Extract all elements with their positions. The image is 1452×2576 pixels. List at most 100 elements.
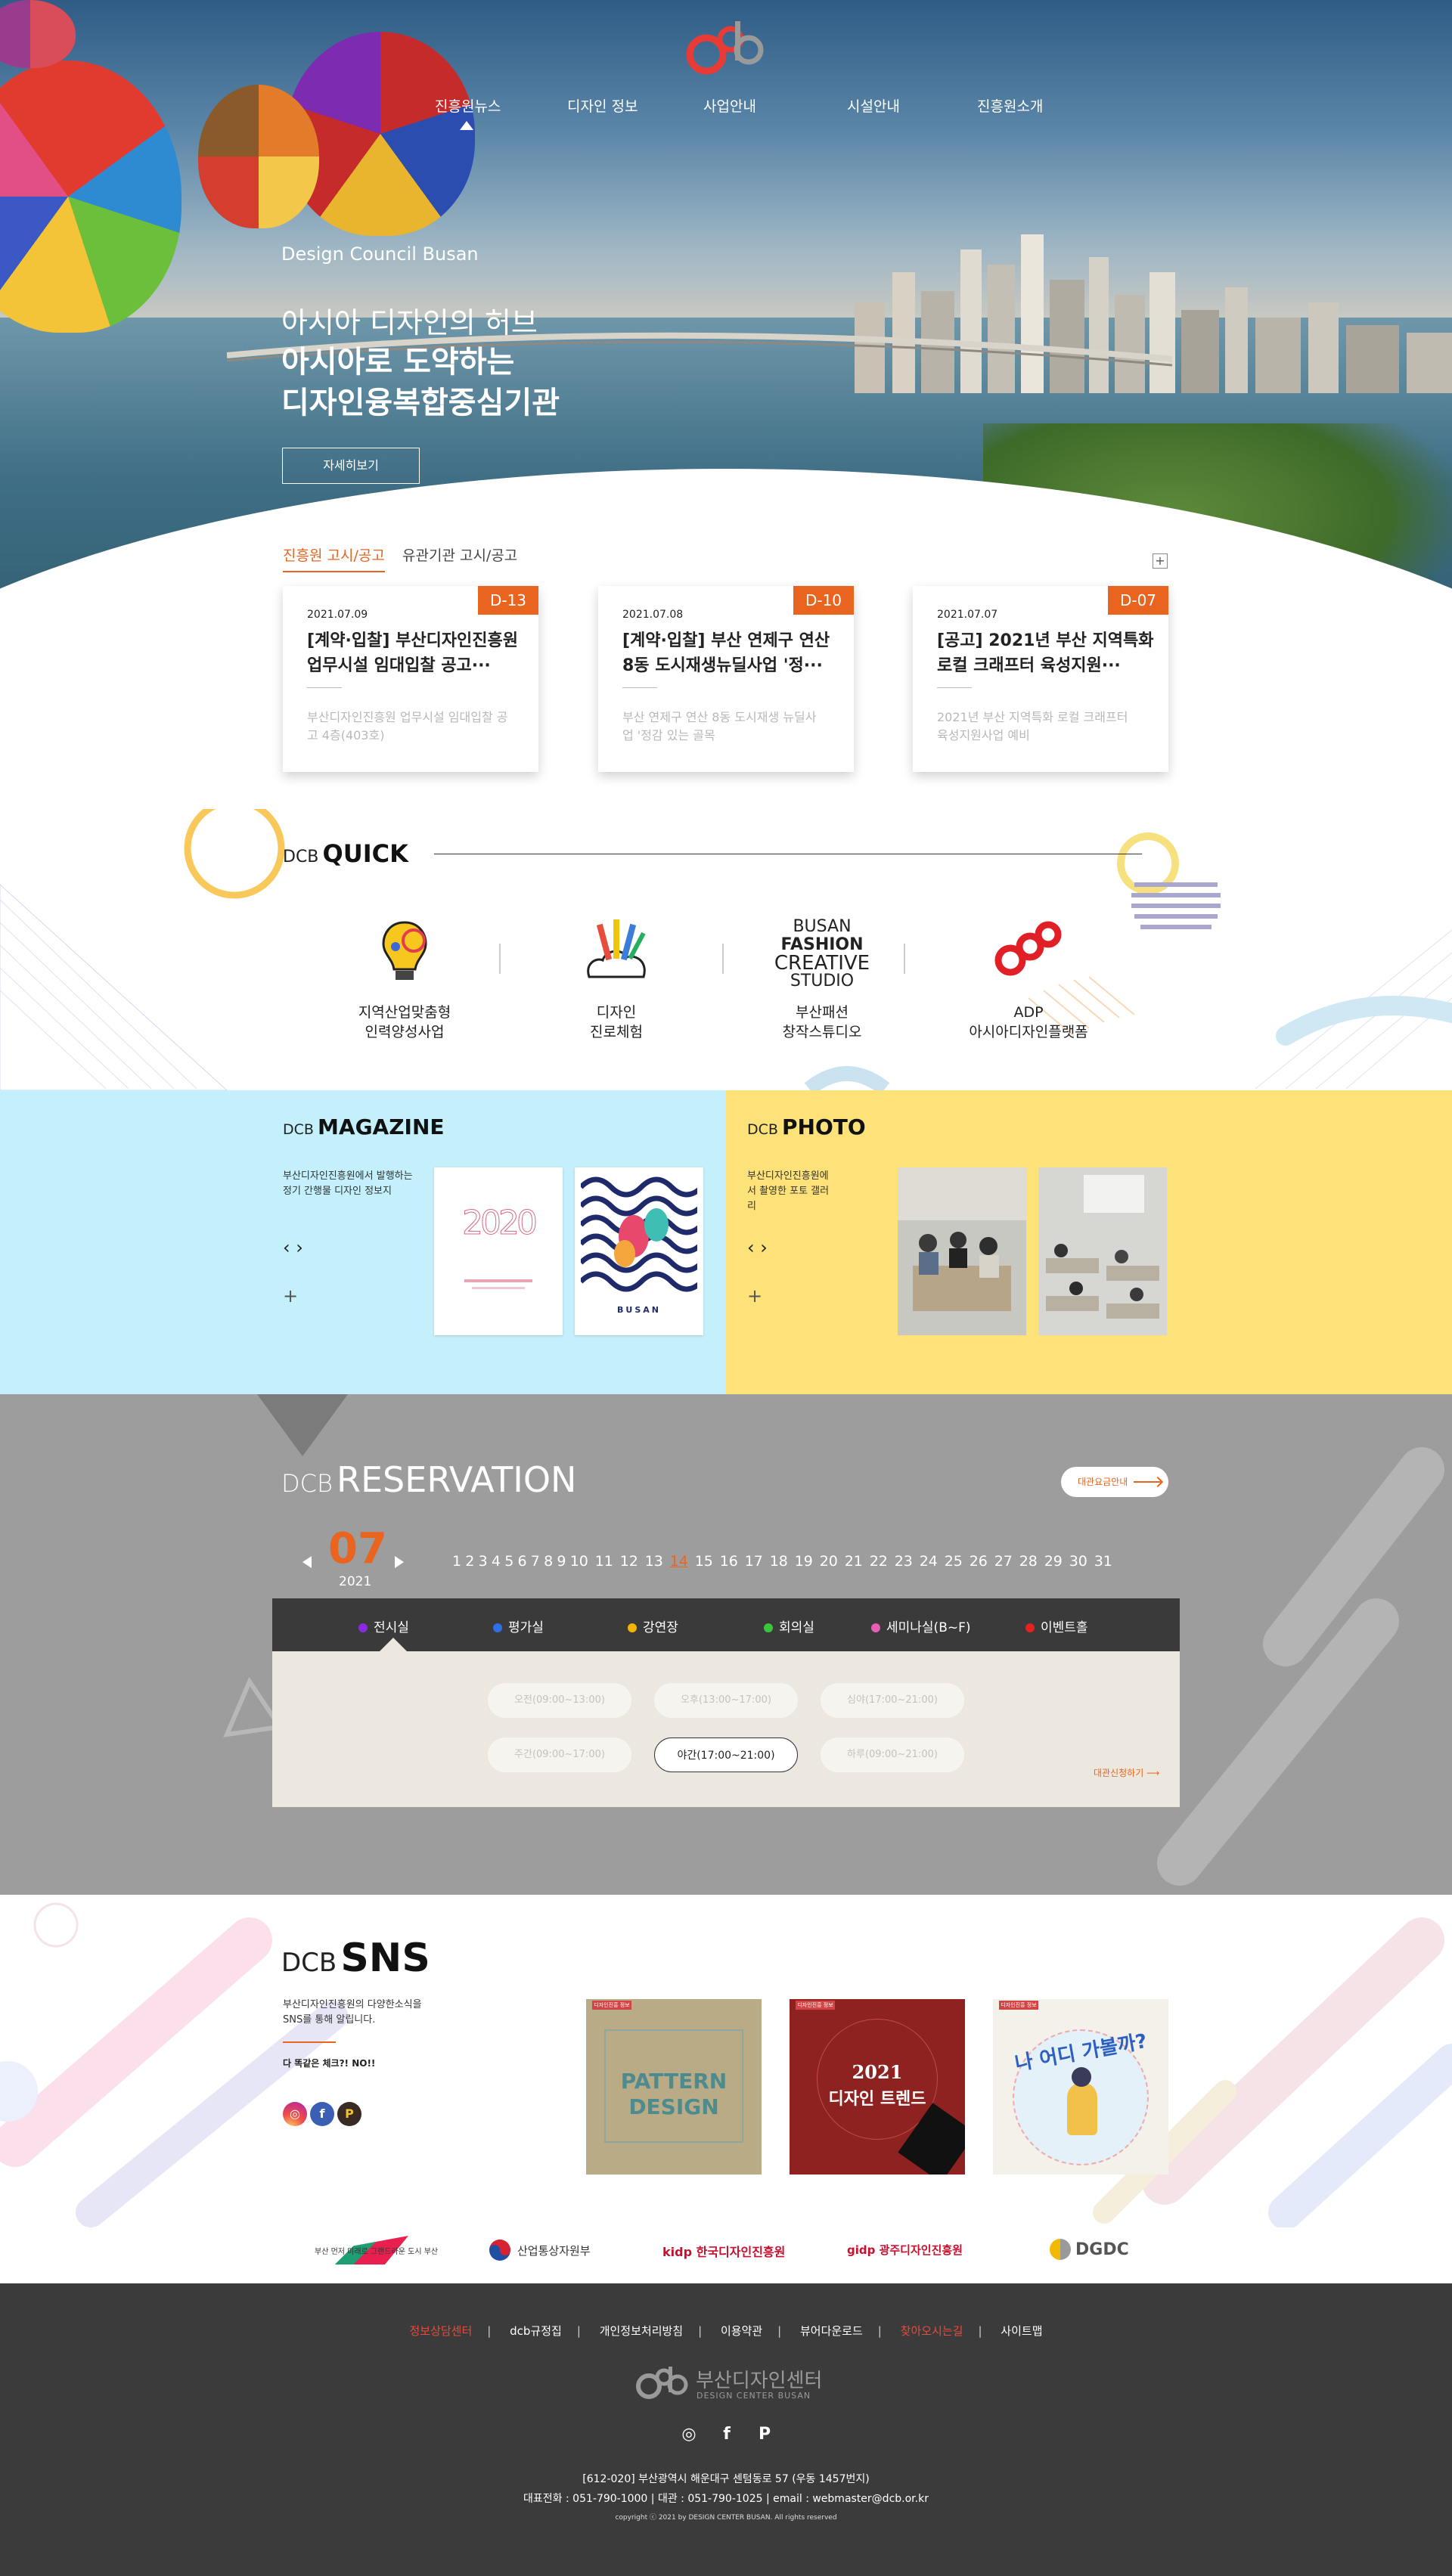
notice-more-button[interactable]: + [1153, 553, 1168, 569]
calendar-day[interactable]: 17 [745, 1553, 763, 1570]
sns-feed-post[interactable]: 디자인진흥 정보 2021 디자인 트렌드 [790, 1999, 965, 2175]
footer-contact: 대표전화 : 051-790-1000 | 대관 : 051-790-1025 … [523, 2493, 929, 2505]
calendar-day[interactable]: 6 [518, 1553, 527, 1570]
calendar-day[interactable]: 28 [1019, 1553, 1038, 1570]
sns-feed-post[interactable]: 디자인진흥 정보 PATTERN DESIGN [586, 1999, 762, 2175]
nav-item-facility[interactable]: 시설안내 [847, 95, 900, 116]
notice-card[interactable]: D-10 2021.07.08 [계약·입찰] 부산 연제구 연산 8동 도시재… [598, 586, 854, 772]
post-icon[interactable]: P [753, 2423, 776, 2446]
quick-link-adp[interactable]: ADP 아시아디자인플랫폼 [934, 907, 1123, 1043]
calendar-day[interactable]: 10 [570, 1553, 588, 1570]
calendar-day[interactable]: 3 [479, 1553, 488, 1570]
photo-more-button[interactable]: + [747, 1285, 762, 1307]
calendar-day[interactable]: 29 [1044, 1553, 1063, 1570]
calendar-day[interactable]: 7 [531, 1553, 540, 1570]
dday-badge: D-07 [1108, 586, 1168, 615]
section-title-prefix: DCB [283, 848, 319, 866]
quick-link-training[interactable]: 지역산업맞춤형 인력양성사업 [310, 907, 499, 1043]
magazine-thumb[interactable]: 2020 [434, 1167, 563, 1335]
photo-thumb[interactable] [898, 1167, 1026, 1335]
calendar-day[interactable]: 12 [620, 1553, 638, 1570]
nav-item-design-info[interactable]: 디자인 정보 [567, 95, 638, 116]
instagram-icon[interactable]: ◎ [283, 2102, 307, 2126]
calendar-day[interactable]: 31 [1094, 1553, 1112, 1570]
time-slot[interactable]: 하루(09:00~21:00) [821, 1737, 964, 1772]
calendar-day[interactable]: 27 [994, 1553, 1013, 1570]
photo-slider-arrows[interactable]: ‹ › [747, 1237, 768, 1258]
footer-link[interactable]: 개인정보처리방침 [600, 2323, 683, 2339]
prev-month-icon[interactable] [302, 1556, 312, 1568]
magazine-slider-arrows[interactable]: ‹ › [283, 1237, 303, 1258]
calendar-day[interactable]: 21 [845, 1553, 863, 1570]
photo-thumb[interactable] [1038, 1167, 1167, 1335]
facebook-icon[interactable]: f [310, 2102, 334, 2126]
calendar-day[interactable]: 30 [1069, 1553, 1087, 1570]
room-tab-evaluation[interactable]: 평가실 [493, 1617, 544, 1635]
calendar-day[interactable]: 11 [595, 1553, 613, 1570]
nav-active-caret [460, 121, 473, 130]
sns-question: 다 똑같은 체크?! NO!! [283, 2058, 376, 2069]
time-slot[interactable]: 심야(17:00~21:00) [821, 1683, 964, 1718]
footer-link[interactable]: 뷰어다운로드 [800, 2323, 863, 2339]
nav-item-news[interactable]: 진흥원뉴스 [435, 95, 501, 116]
calendar-day[interactable]: 16 [720, 1553, 738, 1570]
quick-link-fashion-studio[interactable]: BUSAN FASHION CREATIVE STUDIO 부산패션 창작스튜디오 [728, 907, 917, 1043]
room-tab-event-hall[interactable]: 이벤트홀 [1025, 1617, 1088, 1635]
time-slot[interactable]: 주간(09:00~17:00) [488, 1737, 631, 1772]
calendar-day[interactable]: 18 [770, 1553, 788, 1570]
active-room-caret [378, 1638, 408, 1653]
calendar-day[interactable]: 25 [945, 1553, 963, 1570]
page: { "nav": { "items": ["진흥원뉴스", "디자인 정보", … [0, 0, 1452, 2576]
calendar-day[interactable]: 19 [795, 1553, 813, 1570]
quick-link-career[interactable]: 디자인 진로체험 [522, 907, 711, 1043]
sns-feed-post[interactable]: 디자인진흥 정보 나 어디 가볼까? [993, 1999, 1168, 2175]
tab-dcb-notice[interactable]: 진흥원 고시/공고 [283, 544, 385, 572]
calendar-day[interactable]: 9 [557, 1553, 566, 1570]
calendar-day[interactable]: 8 [544, 1553, 553, 1570]
calendar-day-today[interactable]: 14 [670, 1553, 688, 1570]
notice-title[interactable]: [공고] 2021년 부산 지역특화 로컬 크래프터 육성지원··· [937, 628, 1156, 678]
time-slot[interactable]: 오후(13:00~17:00) [654, 1683, 798, 1718]
calendar-day[interactable]: 23 [895, 1553, 913, 1570]
calendar-day[interactable]: 26 [970, 1553, 988, 1570]
calendar-day[interactable]: 2 [465, 1553, 474, 1570]
rental-apply-link[interactable]: 대관신청하기 ⟶ [1094, 1766, 1159, 1779]
facebook-icon[interactable]: f [715, 2423, 738, 2446]
notice-card[interactable]: D-07 2021.07.07 [공고] 2021년 부산 지역특화 로컬 크래… [913, 586, 1168, 772]
calendar-day[interactable]: 15 [695, 1553, 713, 1570]
calendar-day[interactable]: 1 [452, 1553, 461, 1570]
post-icon[interactable]: P [337, 2102, 361, 2126]
room-tab-seminar[interactable]: 세미나실(B~F) [871, 1617, 971, 1635]
calendar-day[interactable]: 22 [870, 1553, 888, 1570]
hero-detail-button[interactable]: 자세히보기 [282, 448, 420, 484]
notice-card[interactable]: D-13 2021.07.09 [계약·입찰] 부산디자인진흥원 업무시설 임대… [283, 586, 538, 772]
dcb-logo[interactable] [681, 18, 771, 79]
magazine-more-button[interactable]: + [283, 1285, 298, 1307]
room-tab-meeting-room[interactable]: 회의실 [764, 1617, 814, 1635]
time-slot-selected[interactable]: 야간(17:00~21:00) [654, 1737, 798, 1772]
room-tab-lecture-hall[interactable]: 강연장 [628, 1617, 678, 1635]
time-slot[interactable]: 오전(09:00~13:00) [488, 1683, 631, 1718]
calendar-day[interactable]: 5 [504, 1553, 513, 1570]
instagram-icon[interactable]: ◎ [678, 2423, 700, 2446]
footer-link[interactable]: 사이트맵 [1001, 2323, 1042, 2339]
calendar-day[interactable]: 13 [645, 1553, 663, 1570]
footer-link[interactable]: dcb규정집 [510, 2323, 562, 2339]
calendar-day[interactable]: 4 [492, 1553, 501, 1570]
feed-heading: 디자인 트렌드 [828, 2089, 926, 2109]
notice-title[interactable]: [계약·입찰] 부산 연제구 연산 8동 도시재생뉴딜사업 '정··· [622, 628, 842, 678]
calendar-day[interactable]: 24 [920, 1553, 938, 1570]
magazine-thumb[interactable]: BUSAN [575, 1167, 703, 1335]
nav-item-business[interactable]: 사업안내 [703, 95, 756, 116]
room-color-dot [764, 1623, 773, 1632]
rental-fee-guide-button[interactable]: 대관요금안내 [1061, 1467, 1168, 1497]
nav-item-about[interactable]: 진흥원소개 [977, 95, 1043, 116]
tab-related-notice[interactable]: 유관기관 고시/공고 [402, 544, 517, 565]
notice-title[interactable]: [계약·입찰] 부산디자인진흥원 업무시설 임대입찰 공고··· [307, 628, 526, 678]
next-month-icon[interactable] [395, 1556, 404, 1568]
footer-link[interactable]: 이용약관 [721, 2323, 762, 2339]
footer-link[interactable]: 찾아오시는길 [901, 2323, 963, 2339]
footer-link[interactable]: 정보상담센터 [409, 2323, 472, 2339]
room-tab-exhibition[interactable]: 전시실 [358, 1617, 409, 1635]
calendar-day[interactable]: 20 [820, 1553, 838, 1570]
